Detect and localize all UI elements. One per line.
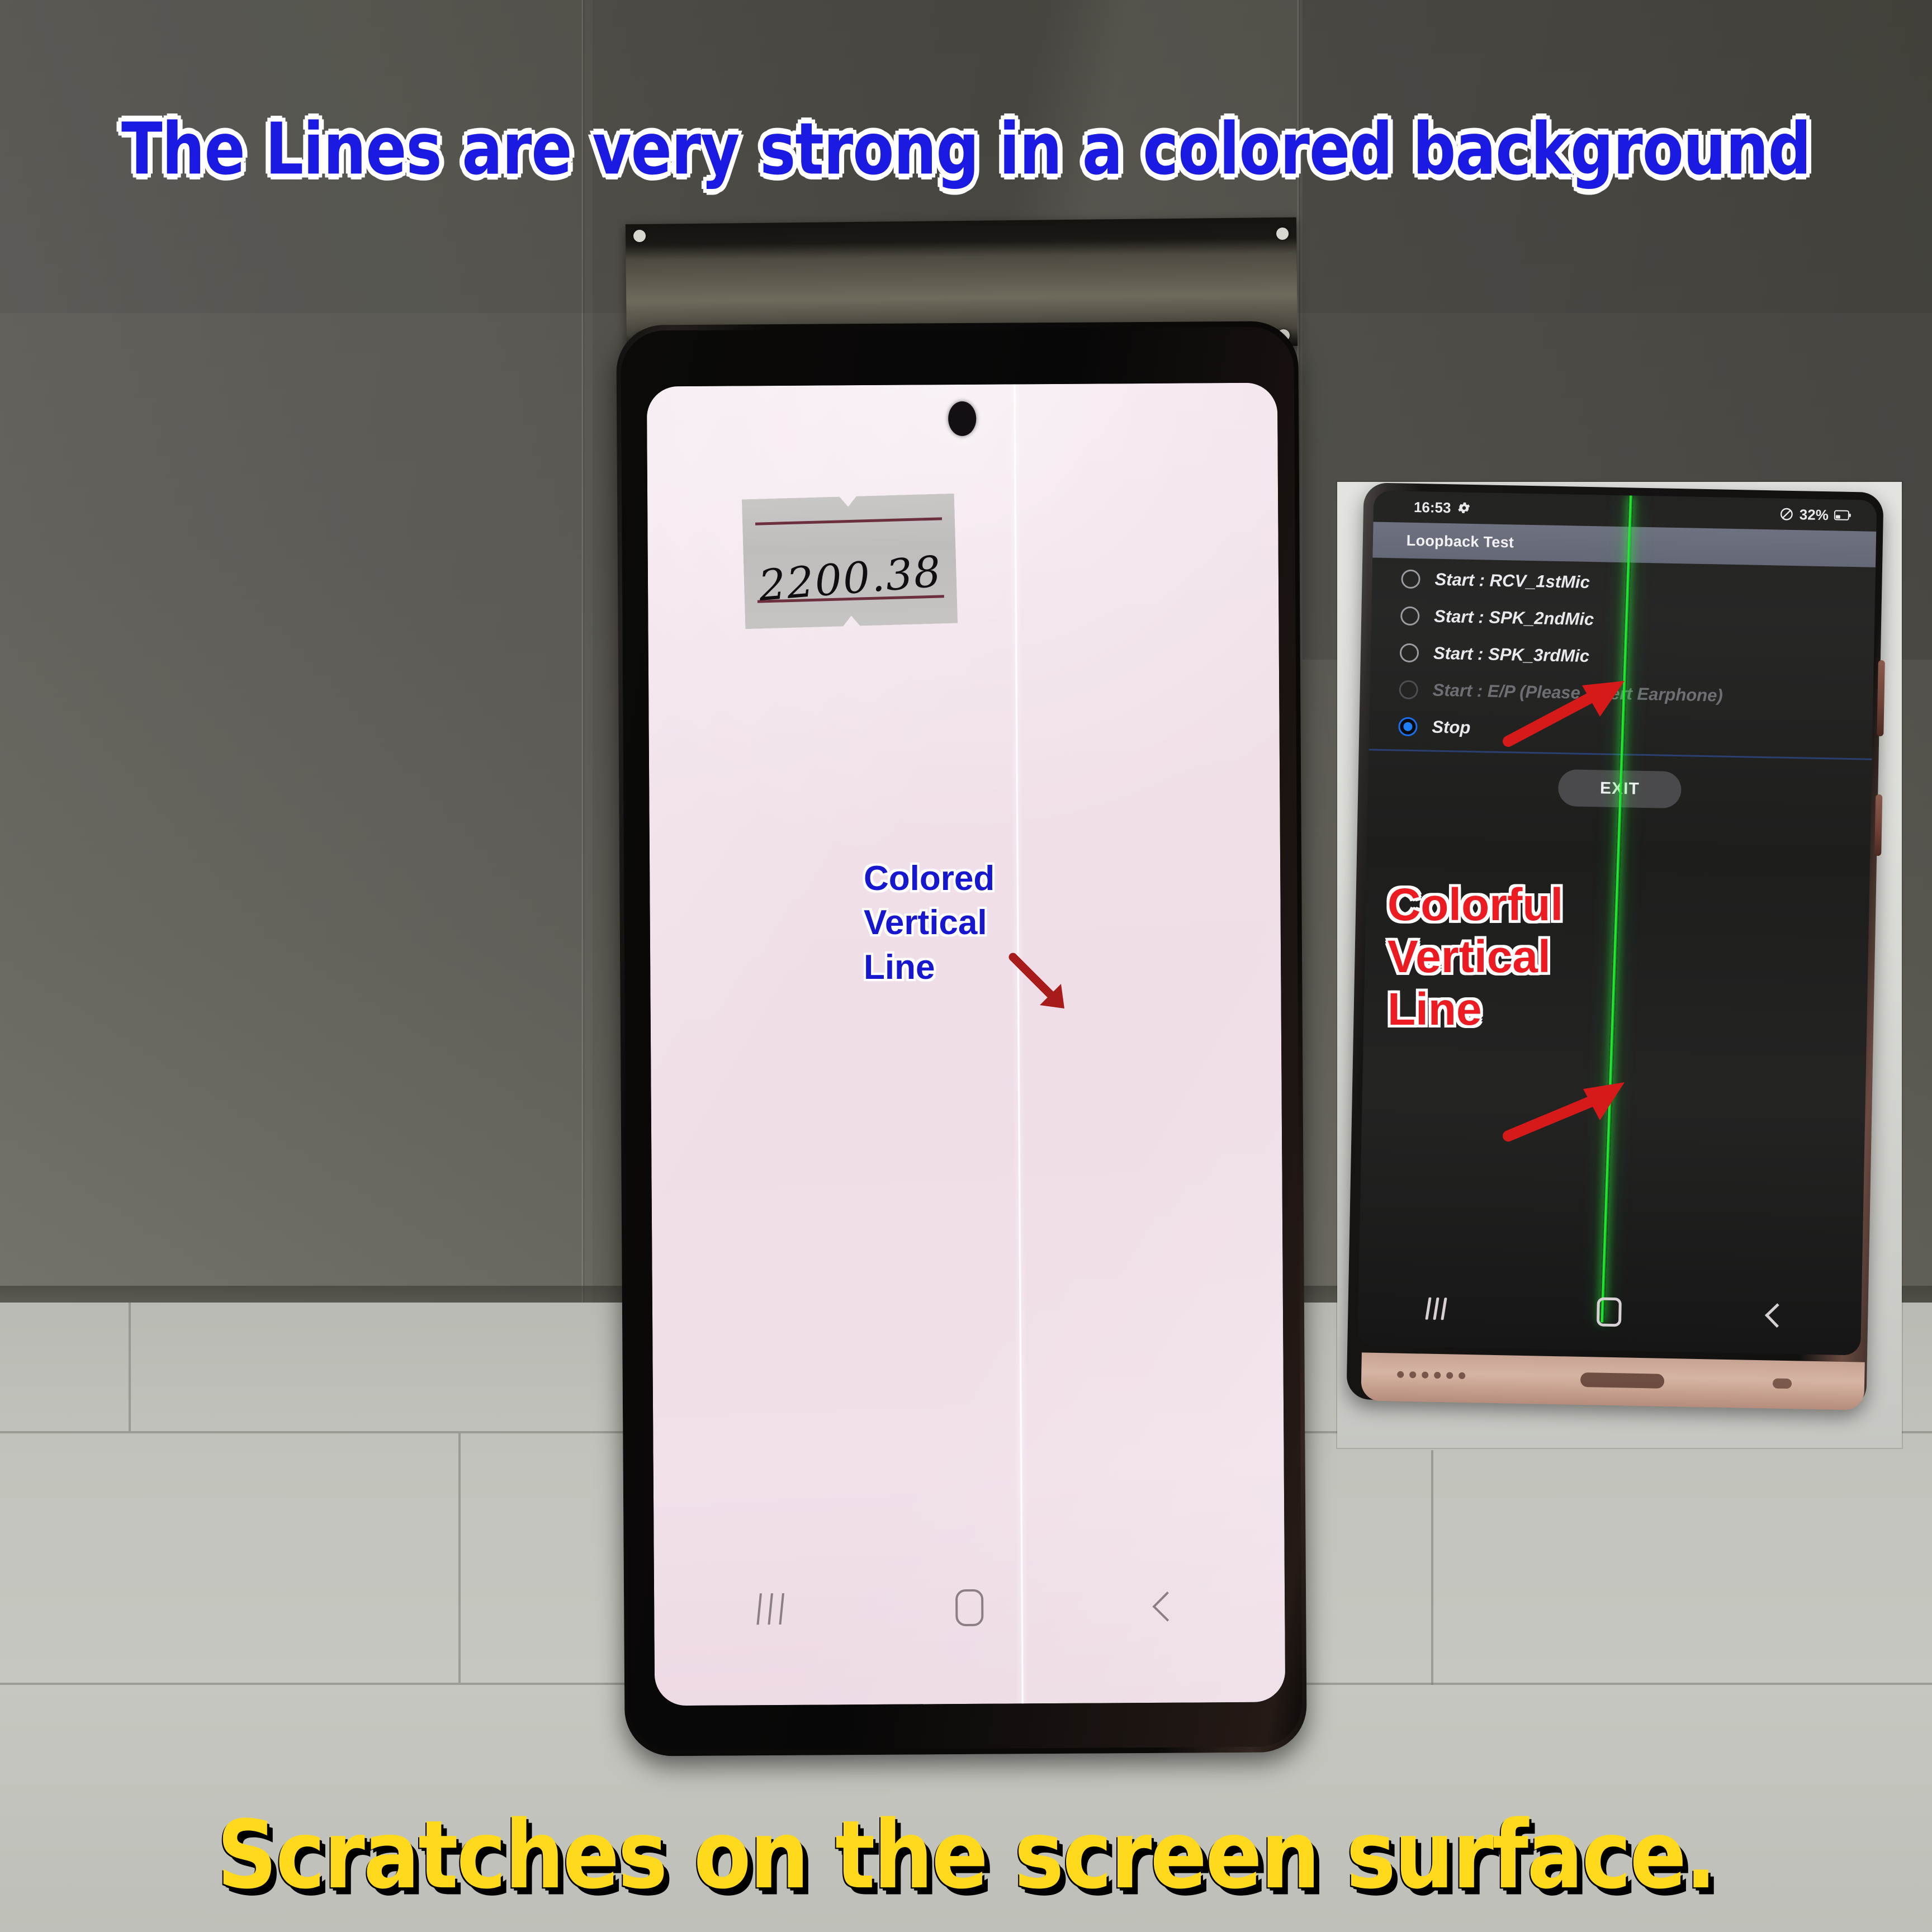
floor-grout-5 [1431,1450,1433,1685]
option-label: Start : RCV_1stMic [1434,569,1590,593]
phone-bottom-edge [1361,1352,1865,1410]
volume-button[interactable] [1877,660,1885,737]
holder-clip-tr [1276,227,1289,240]
screenshot-stage: The Lines are very strong in a colored b… [0,0,1932,1932]
arrow-up-right-icon-exit [1503,681,1625,747]
back-icon [1764,1303,1789,1328]
page-title-top: The Lines are very strong in a colored b… [121,108,1811,191]
radio-button-icon[interactable] [1398,717,1418,737]
main-phone-device [616,321,1307,1756]
option-label: Stop [1432,717,1471,737]
power-button[interactable] [1874,794,1883,856]
main-phone-navbar [654,1572,1285,1643]
nav-home-button[interactable] [1584,1286,1635,1338]
handwritten-price-sticker: 2200.38 [742,494,958,629]
annotation-main-line-1: Colored [864,859,995,898]
app-bar-title: Loopback Test [1406,532,1514,551]
status-bar-left: 16:53 [1414,498,1471,517]
battery-percent-label: 32% [1799,505,1829,523]
sticker-handwritten-text: 2200.38 [756,546,944,611]
gear-icon [1457,502,1470,513]
status-bar-time: 16:53 [1413,498,1451,516]
inset-phone-navbar [1358,1282,1862,1342]
home-icon [955,1589,984,1627]
nav-recents-button[interactable] [738,1575,806,1643]
nav-back-button[interactable] [1134,1573,1201,1640]
recents-icon [1425,1297,1448,1320]
annotation-inset-line-1: Colorful [1388,879,1564,930]
recents-icon [756,1593,787,1625]
microphone-hole [1772,1378,1792,1389]
radio-button-icon[interactable] [1400,606,1420,626]
status-bar-right: 32% [1779,505,1852,524]
sticker-rule-top [755,517,942,525]
option-label: Start : SPK_3rdMic [1433,643,1590,666]
nav-home-button[interactable] [936,1574,1003,1642]
front-camera-punch-hole [948,401,977,437]
defect-white-vertical-line [1012,384,1025,1704]
do-not-disturb-icon [1780,508,1793,520]
arrow-down-right-icon [1008,953,1064,1008]
usb-c-port [1580,1372,1665,1389]
annotation-inset-line-2: Vertical [1388,931,1551,983]
holder-clip-tl [633,229,646,243]
annotation-main-line-2: Vertical [864,903,987,943]
radio-button-icon[interactable] [1399,643,1419,663]
main-phone-screen[interactable] [646,382,1286,1706]
back-icon [1152,1591,1183,1622]
home-icon [1596,1297,1622,1327]
page-title-bottom: Scratches on the screen surface. [216,1801,1717,1910]
radio-button-icon[interactable] [1401,569,1420,589]
nav-back-button[interactable] [1751,1290,1803,1341]
screen-glare [646,382,1286,1706]
speaker-grille [1397,1371,1466,1379]
annotation-inset-line-3: Line [1388,983,1482,1035]
radio-button-icon [1399,680,1419,700]
option-label: Start : SPK_2ndMic [1433,606,1594,629]
main-phone-frame [621,326,1303,1751]
floor-grout-4 [458,1433,461,1683]
battery-icon [1834,510,1851,520]
nav-recents-button[interactable] [1412,1283,1463,1334]
arrow-up-right-icon-line [1503,1082,1625,1142]
annotation-colorful-vertical-line: Colorful Vertical Line [1388,879,1622,1035]
floor-grout-3 [129,1303,131,1431]
